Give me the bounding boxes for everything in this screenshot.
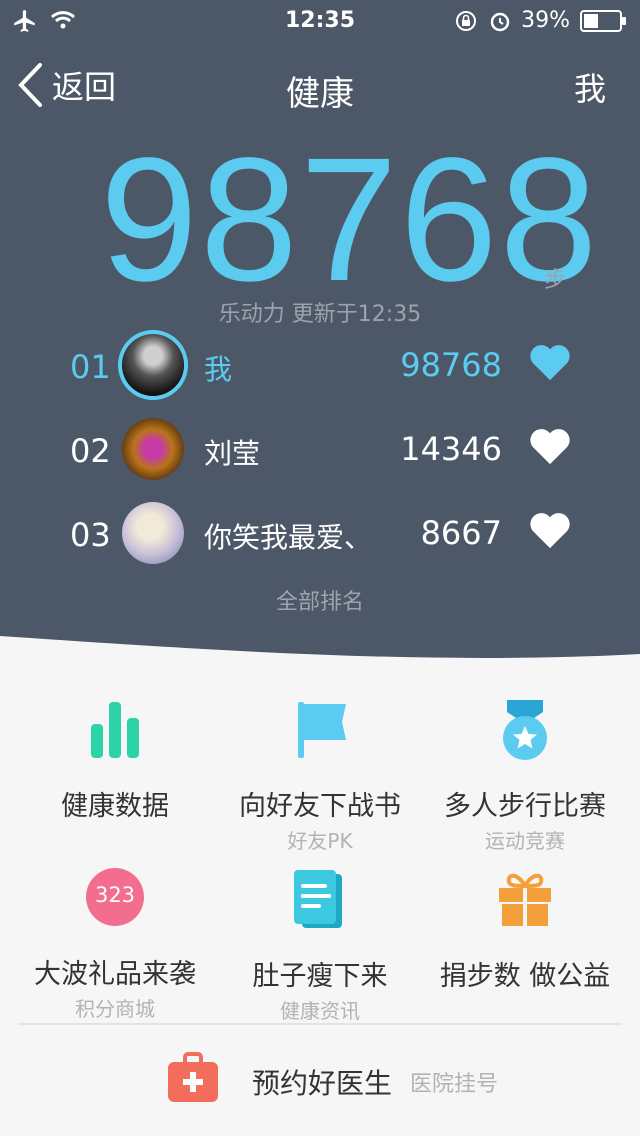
feature-label: 大波礼品来袭 [34,959,196,990]
wave-divider [0,636,640,680]
book-doctor-row[interactable]: 预约好医生 医院挂号 [0,1030,640,1130]
feature-challenge-friend[interactable]: 向好友下战书 好友PK [215,698,425,854]
page-title: 健康 [286,74,354,114]
ranking-row[interactable]: 02 刘莹 14346 [0,410,640,490]
navigation-bar: 返回 健康 我 [0,50,640,120]
feature-sublabel: 健康资讯 [280,999,360,1023]
ranking-row[interactable]: 01 我 98768 [0,326,640,406]
feature-sublabel: 好友PK [287,829,353,853]
points-value: 323 [94,883,136,907]
feature-walking-race[interactable]: 多人步行比赛 运动竞赛 [420,698,630,854]
heart-icon[interactable] [528,342,572,382]
ranking-score: 14346 [400,430,502,468]
ranking-row[interactable]: 03 你笑我最爱、 8667 [0,494,640,574]
all-ranking-link[interactable]: 全部排名 [0,584,640,616]
feature-sublabel: 运动竞赛 [485,829,565,853]
battery-icon [580,10,626,32]
heart-icon[interactable] [528,510,572,550]
feature-donate-steps[interactable]: 捐步数 做公益 [420,868,630,993]
ranking-name: 刘莹 [204,437,261,470]
avatar [122,502,184,564]
feature-label: 肚子瘦下来 [252,961,388,992]
step-unit: 步 [544,268,567,293]
rotation-lock-icon [456,11,476,31]
medal-icon [503,700,547,760]
feature-label: 健康数据 [61,791,169,822]
feature-label: 向好友下战书 [239,791,401,822]
alarm-icon [490,12,510,32]
avatar [122,334,184,396]
rank-number: 03 [70,516,111,554]
update-info: 乐动力 更新于12:35 [218,302,422,327]
rank-number: 02 [70,432,111,470]
feature-slim-belly[interactable]: 肚子瘦下来 健康资讯 [215,868,425,1024]
battery-percent: 39% [521,8,570,33]
heart-icon[interactable] [528,426,572,466]
status-bar: 12:35 39% [0,0,640,40]
divider [18,1023,622,1025]
gift-icon [499,873,551,926]
points-badge-icon: 323 [86,868,144,926]
step-count: 98768 [100,122,600,318]
ranking-name: 你笑我最爱、 [204,521,373,554]
avatar [122,418,184,480]
me-button[interactable]: 我 [574,64,606,110]
ranking-name: 我 [204,353,233,386]
feature-health-data[interactable]: 健康数据 [10,698,220,823]
ranking-score: 8667 [420,514,502,552]
feature-sublabel: 积分商城 [75,997,155,1021]
ranking-score: 98768 [400,346,502,384]
book-doctor-label: 预约好医生 [252,1067,393,1100]
medical-kit-icon [168,1052,218,1102]
flag-icon [298,702,346,758]
feature-label: 多人步行比赛 [444,791,606,822]
document-icon [294,870,342,928]
rank-number: 01 [70,348,111,386]
book-doctor-sublabel: 医院挂号 [410,1072,499,1097]
bar-chart-icon [91,702,139,758]
feature-gift-mall[interactable]: 323 大波礼品来袭 积分商城 [10,868,220,1022]
feature-label: 捐步数 做公益 [439,961,611,992]
